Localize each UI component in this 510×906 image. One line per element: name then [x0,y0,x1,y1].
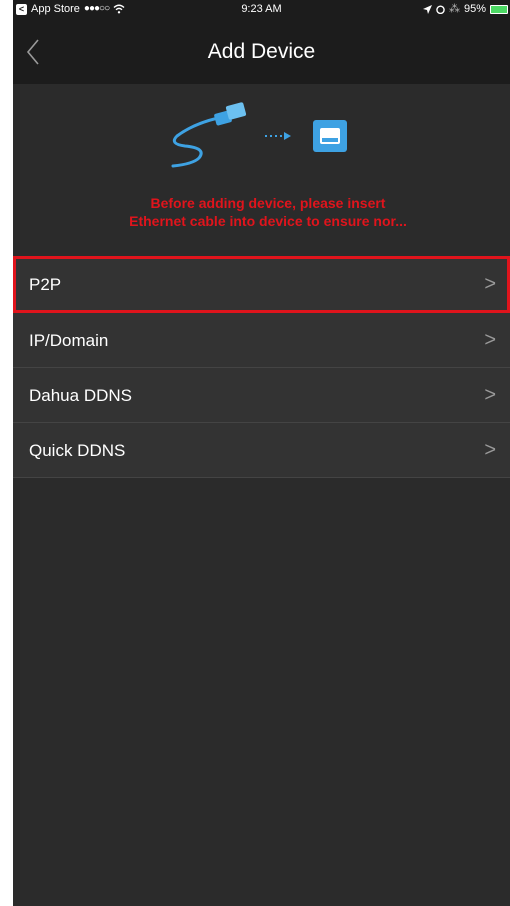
page-title: Add Device [207,40,316,63]
status-bar: < App Store ●●●○○ 9:23 AM ⁂ 95% [13,0,510,18]
ethernet-hint: Before adding device, please insert Ethe… [53,194,483,230]
battery-icon [490,4,508,14]
hint-line-1: Before adding device, please insert [150,195,386,211]
chevron-right-icon: > [484,384,496,406]
chevron-right-icon: > [484,329,496,351]
chevron-right-icon: > [484,273,496,295]
ethernet-cable-icon [171,102,247,168]
menu-item-label: Quick DDNS [29,441,126,460]
network-port-icon [313,120,347,152]
menu-item-dahua-ddns[interactable]: Dahua DDNS > [13,368,510,423]
menu-item-ip-domain[interactable]: IP/Domain > [13,313,510,368]
status-right: ⁂ 95% [422,0,508,18]
menu-item-label: IP/Domain [29,331,109,350]
navigation-bar: Add Device [13,18,510,84]
ethernet-illustration [171,102,347,168]
menu-item-p2p[interactable]: P2P > [13,256,510,313]
hint-line-2: Ethernet cable into device to ensure nor… [129,213,407,229]
battery-percent: 95% [463,3,486,15]
location-arrow-icon [422,4,432,14]
alarm-icon [436,5,445,14]
connection-method-list: P2P > IP/Domain > Dahua DDNS > Quick DDN… [13,256,510,478]
bluetooth-icon: ⁂ [448,3,460,15]
arrow-right-icon [265,132,291,140]
menu-item-label: P2P [29,275,62,294]
menu-item-label: Dahua DDNS [29,386,132,405]
menu-item-quick-ddns[interactable]: Quick DDNS > [13,423,510,478]
app-screen: < App Store ●●●○○ 9:23 AM ⁂ 95% Add Devi… [13,0,510,906]
chevron-right-icon: > [484,439,496,461]
